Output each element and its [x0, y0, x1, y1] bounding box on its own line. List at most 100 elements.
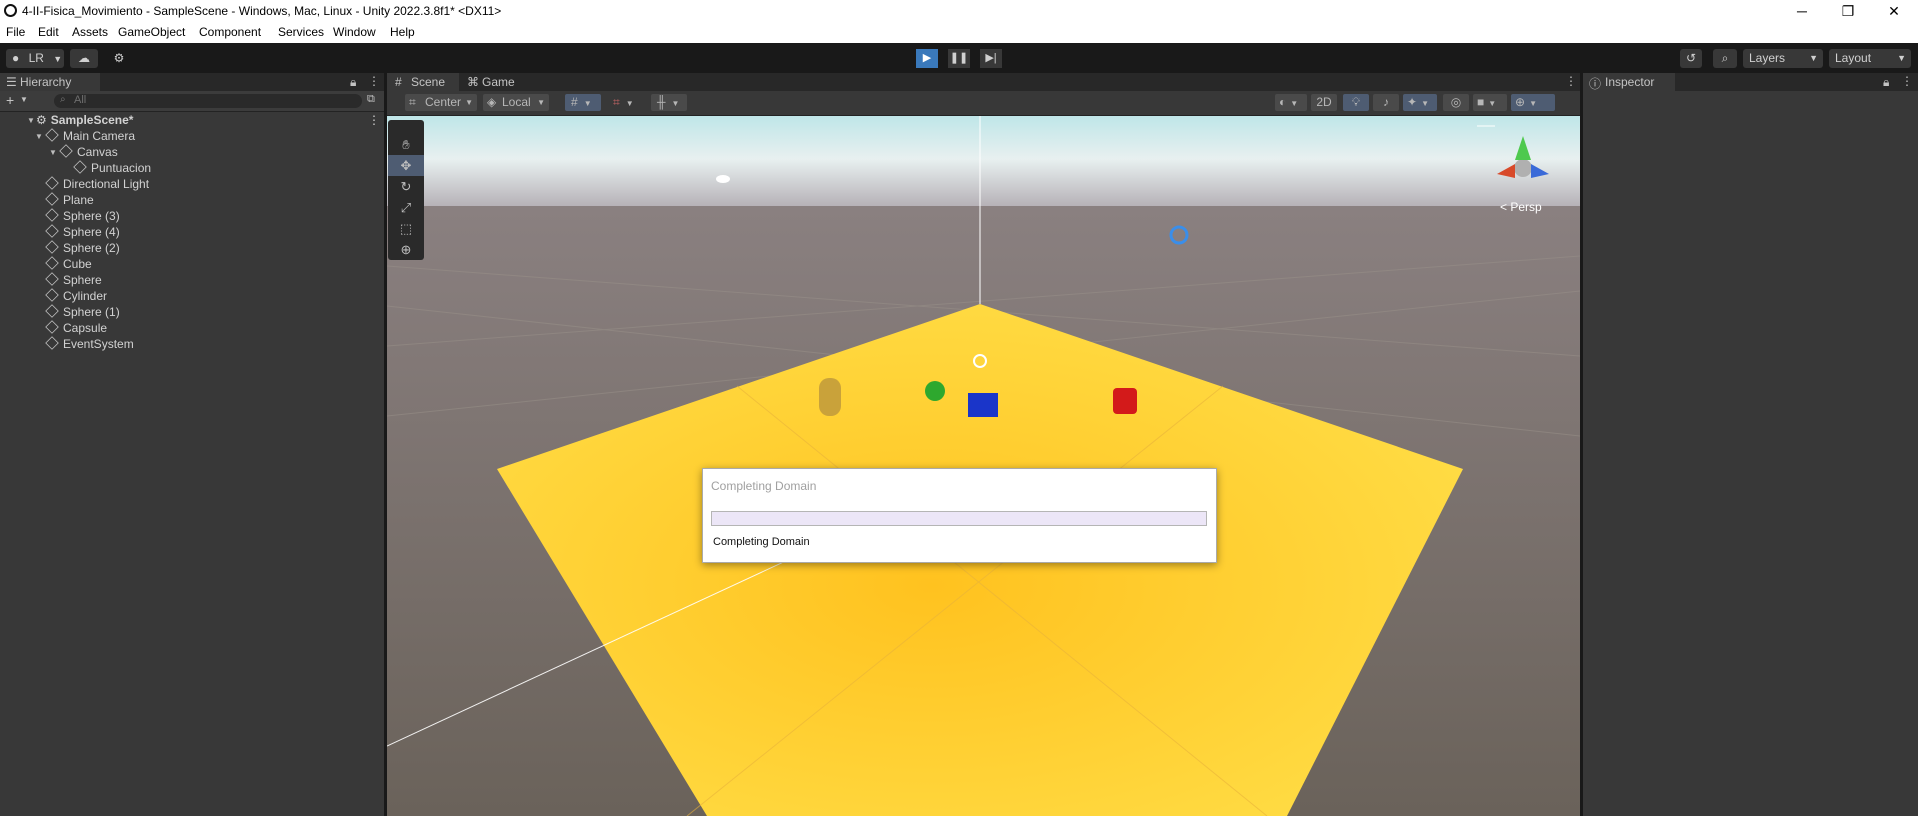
- expand-arrow-icon[interactable]: ▼: [35, 132, 43, 141]
- lightbulb-icon: 💡︎: [1351, 95, 1361, 109]
- rotate-tool-icon[interactable]: ↻: [388, 176, 424, 197]
- grid-icon: #: [571, 95, 578, 109]
- audio-toggle[interactable]: ♪: [1373, 94, 1399, 111]
- chevron-down-icon: ▼: [1421, 99, 1429, 108]
- account-dropdown[interactable]: ● LR ▼: [6, 49, 64, 68]
- kebab-menu-icon[interactable]: ⋮: [368, 113, 380, 127]
- hierarchy-item[interactable]: ▼ Canvas: [49, 144, 118, 161]
- effects-toggle[interactable]: ✦ ▼: [1403, 94, 1437, 111]
- incremental-snap-button[interactable]: ╫ ▼: [651, 94, 687, 111]
- layers-label: Layers: [1749, 51, 1786, 65]
- effects-icon: ✦: [1407, 95, 1418, 109]
- snap-increment-button[interactable]: ⌗ ▼: [607, 94, 643, 111]
- account-icon: ●: [12, 51, 20, 65]
- tab-inspector[interactable]: ⓘ Inspector: [1583, 73, 1675, 91]
- kebab-menu-icon[interactable]: ⋮: [368, 74, 380, 88]
- hierarchy-item-label: Directional Light: [63, 177, 150, 191]
- hierarchy-item[interactable]: Sphere (3): [45, 208, 120, 225]
- hierarchy-item[interactable]: ▼ Main Camera: [35, 128, 135, 145]
- hierarchy-item[interactable]: Cylinder: [45, 288, 107, 305]
- step-button[interactable]: ▶|: [980, 49, 1002, 68]
- lock-icon[interactable]: 🔒︎: [1883, 75, 1889, 90]
- chevron-down-icon: ▼: [1809, 53, 1818, 63]
- menu-help[interactable]: Help: [390, 25, 415, 39]
- hierarchy-item[interactable]: Sphere: [45, 272, 102, 289]
- hierarchy-item[interactable]: Sphere (1): [45, 304, 120, 321]
- scene-toolbar: ⌗ Center ▼ ◈ Local ▼ # ▼ ⌗ ▼ ╫ ▼ ◐ ▼ 2D 💡︎ ♪…: [387, 91, 1580, 116]
- kebab-menu-icon[interactable]: ⋮: [1901, 74, 1913, 88]
- scene-visibility-icon[interactable]: ⧉: [367, 93, 375, 106]
- lock-icon[interactable]: 🔒︎: [350, 75, 356, 90]
- hierarchy-item[interactable]: Directional Light: [45, 176, 150, 193]
- transform-tool-icon[interactable]: ⊕: [388, 239, 424, 260]
- chevron-down-icon: ▼: [1290, 99, 1299, 108]
- scale-tool-icon[interactable]: ⤢: [388, 197, 424, 218]
- cube-object[interactable]: [968, 393, 998, 417]
- hierarchy-item[interactable]: Sphere (2): [45, 240, 120, 257]
- grid-snap-button[interactable]: # ▼: [565, 94, 601, 111]
- menu-file[interactable]: File: [6, 25, 25, 39]
- camera-settings-button[interactable]: ■ ▼: [1473, 94, 1507, 111]
- rect-tool-icon[interactable]: ⬚: [388, 218, 424, 239]
- gizmos-button[interactable]: ⊕ ▼: [1511, 94, 1555, 111]
- tab-scene[interactable]: # Scene: [387, 73, 459, 91]
- tab-game[interactable]: ⌘ Game: [463, 73, 523, 91]
- tools-overlay: ✋︎ ✥ ↻ ⤢ ⬚ ⊕: [388, 120, 424, 260]
- inspector-panel: ⓘ Inspector 🔒︎ ⋮: [1583, 73, 1918, 816]
- move-tool-icon[interactable]: ✥: [388, 155, 424, 176]
- chevron-down-icon[interactable]: ▼: [20, 95, 28, 104]
- menu-services[interactable]: Services: [278, 25, 324, 39]
- gizmo-icon: ⊕: [1515, 95, 1526, 109]
- expand-arrow-icon[interactable]: ▼: [49, 148, 57, 157]
- tab-hierarchy[interactable]: ☰ Hierarchy: [0, 73, 100, 91]
- restore-button[interactable]: ❐: [1826, 0, 1870, 22]
- step-icon: ▶|: [985, 52, 997, 64]
- layout-dropdown[interactable]: Layout ▼: [1829, 49, 1911, 68]
- hidden-objects-toggle[interactable]: ◎: [1443, 94, 1469, 111]
- space-dropdown[interactable]: ◈ Local ▼: [483, 94, 549, 111]
- pivot-icon: ⌗: [409, 95, 416, 109]
- projection-label[interactable]: < Persp: [1500, 200, 1542, 214]
- search-button[interactable]: ⌕: [1713, 49, 1737, 68]
- pause-icon: ❚❚: [949, 52, 969, 64]
- toggle-2d-button[interactable]: 2D: [1311, 94, 1337, 111]
- menu-bar: File Edit Assets GameObject Component Se…: [0, 22, 1918, 44]
- menu-window[interactable]: Window: [333, 25, 376, 39]
- history-button[interactable]: ↺: [1680, 49, 1702, 68]
- hierarchy-tab-bar: ☰ Hierarchy 🔒︎ ⋮: [0, 73, 384, 91]
- hierarchy-item[interactable]: Cube: [45, 256, 92, 273]
- hierarchy-item[interactable]: Puntuacion: [73, 160, 151, 177]
- scene-viewport[interactable]: < Persp ✋︎ ✥ ↻ ⤢ ⬚ ⊕: [387, 116, 1580, 816]
- shading-mode-button[interactable]: ◐ ▼: [1275, 94, 1307, 111]
- hierarchy-search-input[interactable]: ⌕ All: [54, 94, 362, 108]
- menu-edit[interactable]: Edit: [38, 25, 59, 39]
- kebab-menu-icon[interactable]: ⋮: [1565, 74, 1577, 88]
- hierarchy-item[interactable]: Capsule: [45, 320, 107, 337]
- search-placeholder: All: [74, 94, 87, 106]
- minimize-button[interactable]: ─: [1780, 0, 1824, 22]
- hierarchy-item[interactable]: Plane: [45, 192, 94, 209]
- capsule-object[interactable]: [819, 378, 841, 416]
- add-icon[interactable]: +: [6, 92, 14, 108]
- pivot-dropdown[interactable]: ⌗ Center ▼: [405, 94, 477, 111]
- lighting-toggle[interactable]: 💡︎: [1343, 94, 1369, 111]
- pause-button[interactable]: ❚❚: [948, 49, 970, 68]
- layers-dropdown[interactable]: Layers ▼: [1743, 49, 1823, 68]
- cylinder-object[interactable]: [1113, 388, 1137, 414]
- hand-tool-icon[interactable]: ✋︎: [388, 134, 424, 155]
- ruler-icon: ╫: [657, 95, 666, 109]
- menu-component[interactable]: Component: [199, 25, 261, 39]
- menu-gameobject[interactable]: GameObject: [118, 25, 185, 39]
- green-sphere-object[interactable]: [925, 381, 945, 401]
- close-button[interactable]: ✕: [1872, 0, 1916, 22]
- hierarchy-item[interactable]: EventSystem: [45, 336, 134, 353]
- scene-root-row[interactable]: ▼ ⚙ SampleScene* ⋮: [27, 113, 380, 129]
- menu-assets[interactable]: Assets: [72, 25, 108, 39]
- play-button[interactable]: ▶: [916, 49, 938, 68]
- expand-arrow-icon[interactable]: ▼: [27, 116, 35, 125]
- collab-button[interactable]: ⚙: [108, 49, 130, 68]
- hierarchy-item[interactable]: Sphere (4): [45, 224, 120, 241]
- progress-dialog: Completing Domain Completing Domain: [702, 468, 1217, 563]
- hierarchy-panel: ☰ Hierarchy 🔒︎ ⋮ + ▼ ⌕ All ⧉ ▼ ⚙ SampleSc…: [0, 73, 384, 816]
- cloud-button[interactable]: ☁: [70, 49, 98, 68]
